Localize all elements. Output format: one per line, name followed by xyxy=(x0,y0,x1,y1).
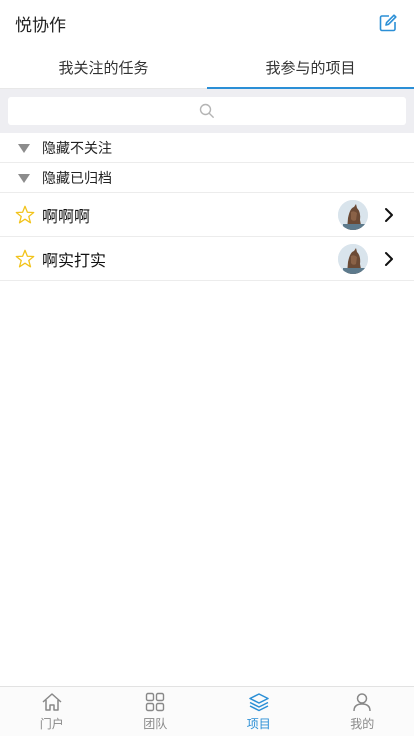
user-icon xyxy=(353,692,371,711)
star-icon[interactable] xyxy=(14,204,36,226)
search-icon xyxy=(199,103,214,118)
nav-projects[interactable]: 项目 xyxy=(207,687,311,736)
top-header: 悦协作 xyxy=(0,0,414,46)
chevron-right-icon xyxy=(385,251,393,266)
star-icon[interactable] xyxy=(14,248,36,270)
section-label: 隐藏已归档 xyxy=(42,171,112,187)
tab-joined-projects[interactable]: 我参与的项目 xyxy=(207,46,414,89)
nav-label: 门户 xyxy=(39,716,64,731)
layers-icon xyxy=(249,692,269,711)
app-root: 悦协作 我关注的任务 我参与的项目 隐藏不关注 隐藏已归档 啊啊啊 啊实打实 门… xyxy=(0,0,414,736)
search-input[interactable] xyxy=(8,97,406,125)
section-label: 隐藏不关注 xyxy=(42,141,112,157)
search-bar xyxy=(0,89,414,133)
tab-bar: 我关注的任务 我参与的项目 xyxy=(0,46,414,89)
edit-button[interactable] xyxy=(376,11,400,35)
home-icon xyxy=(42,692,62,711)
chevron-right-icon xyxy=(385,207,393,222)
tab-followed-tasks[interactable]: 我关注的任务 xyxy=(0,46,207,88)
app-title: 悦协作 xyxy=(15,15,66,36)
grid-icon xyxy=(146,692,165,711)
collapse-triangle-icon xyxy=(18,143,30,153)
nav-mine[interactable]: 我的 xyxy=(311,687,414,736)
avatar xyxy=(338,243,368,274)
nav-team[interactable]: 团队 xyxy=(104,687,208,736)
project-row[interactable]: 啊啊啊 xyxy=(0,193,414,237)
project-row[interactable]: 啊实打实 xyxy=(0,237,414,281)
project-name: 啊实打实 xyxy=(42,250,107,270)
avatar xyxy=(338,199,368,230)
section-hide-unfollowed[interactable]: 隐藏不关注 xyxy=(0,134,414,163)
nav-portal[interactable]: 门户 xyxy=(0,687,104,736)
section-hide-archived[interactable]: 隐藏已归档 xyxy=(0,164,414,193)
collapse-triangle-icon xyxy=(18,173,30,183)
bottom-nav: 门户 团队 项目 我的 xyxy=(0,686,414,736)
nav-label: 我的 xyxy=(350,716,375,731)
nav-label: 团队 xyxy=(143,716,168,731)
edit-icon xyxy=(379,14,397,32)
project-name: 啊啊啊 xyxy=(42,206,91,226)
nav-label: 项目 xyxy=(246,716,271,731)
